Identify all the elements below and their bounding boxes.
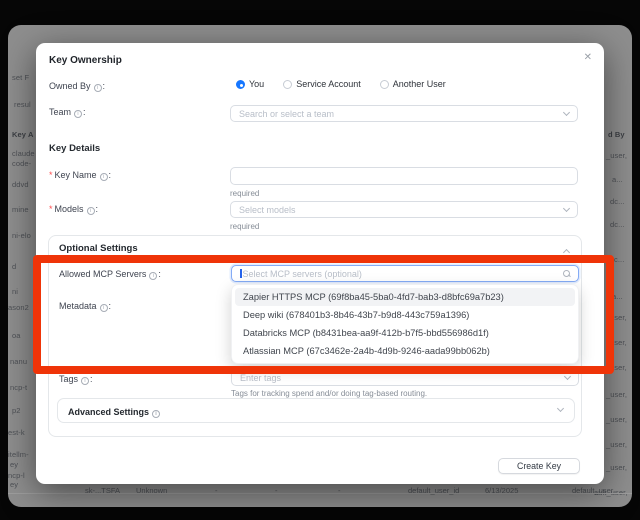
team-select[interactable]: Search or select a team [230,105,578,122]
tags-helper-text: Tags for tracking spend and/or doing tag… [231,389,427,398]
background-text-fragment: _user, [606,390,627,399]
search-icon [563,270,570,277]
chevron-down-icon [564,373,571,380]
radio-owned-by-service-account[interactable]: Service Account [283,79,361,89]
background-text-fragment: Key A [12,130,33,139]
background-text-fragment: d [12,262,16,271]
info-icon: i [94,84,102,92]
info-icon: i [87,207,95,215]
background-text-fragment: ddvd [12,180,29,189]
key-name-input[interactable] [230,167,578,185]
background-text-fragment: ncp-l [8,471,25,480]
models-select-placeholder: Select models [239,205,564,215]
background-text-fragment: _user, [606,415,627,424]
chevron-down-icon[interactable] [557,405,564,412]
radio-label: Another User [393,79,446,89]
background-text-fragment: a... [612,292,623,301]
screenshot-stage: set F resul Key A claudecode-ddvd mine ni-elo… [0,0,640,520]
modal-title: Key Ownership [49,55,122,66]
key-name-required-hint: required [230,189,259,198]
radio-owned-by-you[interactable]: You [236,79,264,89]
radio-circle-checked[interactable] [236,80,245,89]
info-icon: i [100,304,108,312]
team-select-placeholder: Search or select a team [239,109,564,119]
allowed-mcp-placeholder: Select MCP servers (optional) [243,269,564,279]
advanced-settings-panel[interactable]: Advanced Settingsi [57,398,575,423]
table-footer-divider [8,493,632,494]
info-icon: i [100,173,108,181]
mcp-option-databricks[interactable]: Databricks MCP (b8431bea-aa9f-412b-b7f5-… [235,324,575,342]
tags-placeholder: Enter tags [240,373,565,383]
background-text-fragment: ncp-t [10,383,27,392]
mcp-server-dropdown: Zapier HTTPS MCP (69f8ba45-5ba0-4fd7-bab… [231,284,579,364]
background-text-fragment: ni [12,287,18,296]
background-text-fragment: user, [610,338,627,347]
background-text-fragment: claude [12,149,35,158]
radio-label: Service Account [296,79,361,89]
background-text-fragment: _user, [606,440,627,449]
background-text-fragment: ason2 [8,303,29,312]
radio-label: You [249,79,264,89]
background-text-fragment: dc... [610,197,625,206]
chevron-down-icon [563,205,570,212]
text-caret [240,269,242,278]
radio-circle[interactable] [380,80,389,89]
background-text-fragment: nanu [10,357,27,366]
background-text-fragment: itellm- [8,450,29,459]
chevron-up-icon[interactable] [563,249,570,256]
background-text-fragment: user, [610,313,627,322]
background-text-fragment: code- [12,159,31,168]
background-text-fragment: user, [610,363,627,372]
allowed-mcp-select[interactable]: Select MCP servers (optional) [231,265,579,282]
tags-select[interactable]: Enter tags [231,369,579,386]
chevron-down-icon [563,109,570,116]
background-text-fragment: _user, [606,463,627,472]
info-icon: i [149,272,157,280]
background-text-fragment: ey [10,460,18,469]
background-text-fragment: _user, [606,151,627,160]
create-key-button[interactable]: Create Key [498,458,580,474]
info-icon: i [74,110,82,118]
background-text-fragment: mine [12,205,29,214]
background-text-fragment: est-k [8,428,25,437]
background-text-fragment: set F [12,73,29,82]
advanced-settings-heading: Advanced Settingsi [68,407,161,418]
background-text-fragment: a... [612,175,623,184]
background-text-fragment: oa [12,331,21,340]
background-text-fragment: ey [10,480,18,489]
key-name-label: *Key Namei: [49,170,111,181]
allowed-mcp-label: Allowed MCP Serversi: [59,269,161,280]
background-text-fragment: resul [14,100,31,109]
background-text-fragment: d By [608,130,625,139]
models-required-hint: required [230,222,259,231]
radio-owned-by-another-user[interactable]: Another User [380,79,446,89]
radio-circle[interactable] [283,80,292,89]
optional-settings-panel: Optional Settings Allowed MCP Serversi: … [48,235,582,437]
background-text-fragment: c... [614,255,624,264]
background-text-fragment: ni-elo [12,231,31,240]
mcp-option-zapier[interactable]: Zapier HTTPS MCP (69f8ba45-5ba0-4fd7-bab… [235,288,575,306]
owned-by-label: Owned Byi: [49,81,105,92]
models-select[interactable]: Select models [230,201,578,218]
info-icon: i [81,377,89,385]
info-icon: i [152,410,160,418]
background-text-fragment: p2 [12,406,21,415]
background-text-fragment: dc... [610,220,625,229]
key-ownership-modal: Key Ownership ✕ Owned Byi: You Service A… [36,43,604,484]
close-icon[interactable]: ✕ [584,52,592,64]
optional-settings-heading: Optional Settings [59,243,138,254]
metadata-label: Metadatai: [59,301,111,312]
tags-label: Tagsi: [59,374,93,385]
models-label: *Modelsi: [49,204,98,215]
mcp-option-deep-wiki[interactable]: Deep wiki (678401b3-8b46-43b7-b9d8-443c7… [235,306,575,324]
team-label: Teami: [49,107,86,118]
mcp-option-atlassian[interactable]: Atlassian MCP (67c3462e-2a4b-4d9b-9246-a… [235,342,575,360]
key-details-heading: Key Details [49,143,100,154]
owned-by-radio-group: You Service Account Another User [236,79,446,89]
